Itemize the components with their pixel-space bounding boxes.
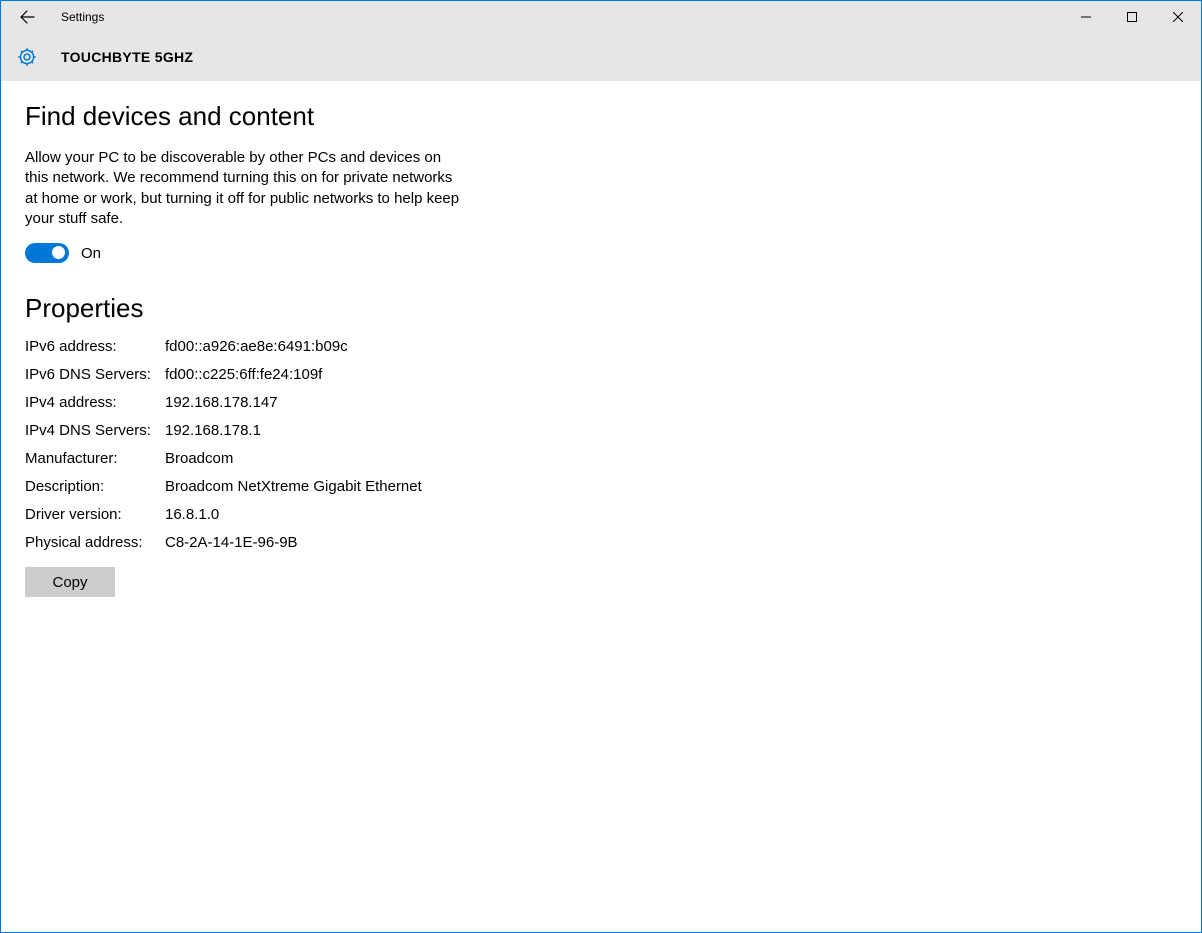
prop-label: IPv4 address: — [25, 394, 165, 411]
titlebar-header: Settings — [1, 1, 1201, 81]
prop-label: IPv6 DNS Servers: — [25, 366, 165, 383]
prop-label: Description: — [25, 478, 165, 495]
copy-button[interactable]: Copy — [25, 567, 115, 597]
prop-value: 16.8.1.0 — [165, 506, 1177, 523]
prop-value: 192.168.178.1 — [165, 422, 1177, 439]
properties-table: IPv6 address: fd00::a926:ae8e:6491:b09c … — [25, 338, 1177, 551]
find-devices-description: Allow your PC to be discoverable by othe… — [25, 148, 465, 229]
subtitle-row: TOUCHBYTE 5GHZ — [1, 33, 1201, 81]
prop-label: IPv6 address: — [25, 338, 165, 355]
prop-value: fd00::c225:6ff:fe24:109f — [165, 366, 1177, 383]
close-icon — [1173, 12, 1183, 22]
window-controls — [1063, 1, 1201, 33]
close-button[interactable] — [1155, 1, 1201, 33]
maximize-icon — [1127, 12, 1137, 22]
prop-value: fd00::a926:ae8e:6491:b09c — [165, 338, 1177, 355]
prop-label: IPv4 DNS Servers: — [25, 422, 165, 439]
prop-value: Broadcom NetXtreme Gigabit Ethernet — [165, 478, 1177, 495]
prop-label: Driver version: — [25, 506, 165, 523]
maximize-button[interactable] — [1109, 1, 1155, 33]
prop-label: Physical address: — [25, 534, 165, 551]
properties-heading: Properties — [25, 293, 1177, 324]
prop-label: Manufacturer: — [25, 450, 165, 467]
titlebar: Settings — [1, 1, 1201, 33]
back-button[interactable] — [9, 1, 45, 33]
window-title: Settings — [61, 10, 104, 24]
prop-value: C8-2A-14-1E-96-9B — [165, 534, 1177, 551]
minimize-button[interactable] — [1063, 1, 1109, 33]
content-area: Find devices and content Allow your PC t… — [1, 81, 1201, 621]
toggle-state-label: On — [81, 245, 101, 262]
network-name: TOUCHBYTE 5GHZ — [61, 49, 193, 65]
back-arrow-icon — [19, 9, 35, 25]
prop-value: Broadcom — [165, 450, 1177, 467]
prop-value: 192.168.178.147 — [165, 394, 1177, 411]
toggle-knob — [52, 246, 65, 259]
discoverable-toggle[interactable] — [25, 243, 69, 263]
find-devices-heading: Find devices and content — [25, 101, 1177, 132]
minimize-icon — [1081, 12, 1091, 22]
gear-icon — [9, 46, 45, 68]
toggle-row: On — [25, 243, 1177, 263]
